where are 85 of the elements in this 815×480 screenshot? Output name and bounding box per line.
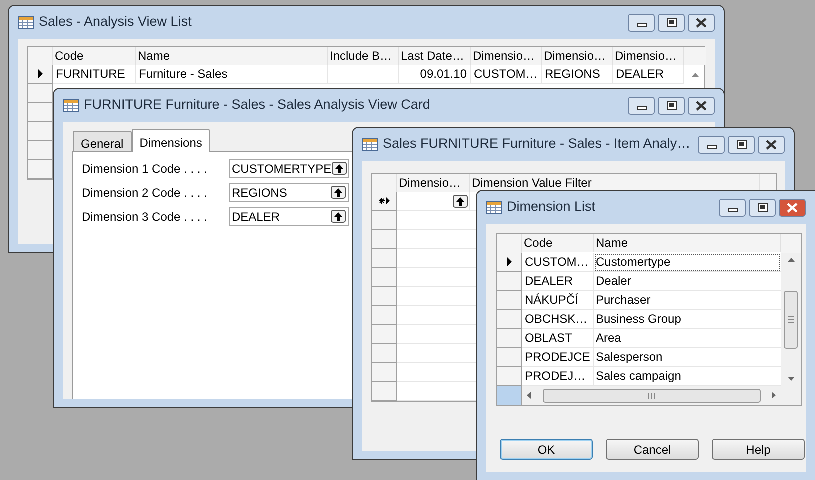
minimize-button[interactable] <box>628 96 655 114</box>
row-selector[interactable] <box>497 253 522 272</box>
maximize-icon <box>758 203 768 212</box>
maximize-button[interactable] <box>749 198 776 216</box>
column-header: Name <box>594 234 781 252</box>
table-cell: REGIONS <box>542 65 613 84</box>
scroll-right-icon[interactable] <box>771 391 777 400</box>
table-cell: 09.01.10 <box>399 65 471 84</box>
close-icon <box>766 140 777 150</box>
table-cell: Area <box>594 329 781 348</box>
tab[interactable]: Dimensions <box>132 129 210 152</box>
input-field[interactable]: DEALER <box>229 207 349 226</box>
maximize-button[interactable] <box>658 14 685 32</box>
minimize-icon <box>636 23 646 27</box>
table-cell: CUSTOM… <box>471 65 542 84</box>
table-icon <box>18 16 34 29</box>
table-cell: DEALER <box>613 65 684 84</box>
close-button[interactable] <box>758 136 785 154</box>
scroll-thumb-icon[interactable] <box>783 290 799 348</box>
dialog-button[interactable]: Cancel <box>606 439 699 460</box>
minimize-button[interactable] <box>719 198 746 216</box>
dialog-button[interactable]: OK <box>500 439 593 460</box>
table-cell: Salesperson <box>594 348 781 367</box>
dialog-button[interactable]: Help <box>712 439 805 460</box>
vertical-scrollbar[interactable] <box>781 253 801 386</box>
column-header: Dimensio… <box>471 47 542 65</box>
column-header: Dimensio… <box>613 47 684 65</box>
window-title: Dimension List <box>507 198 597 216</box>
table-cell: Purchaser <box>594 291 781 310</box>
minimize-button[interactable] <box>698 136 725 154</box>
table-cell: PRODEJCE <box>522 348 594 367</box>
table-cell: OBCHSK… <box>522 310 594 329</box>
scroll-thumb-icon[interactable] <box>542 388 760 404</box>
table-icon <box>486 201 502 214</box>
table-icon <box>63 99 79 112</box>
maximize-icon <box>666 18 676 27</box>
minimize-icon <box>706 145 716 149</box>
table-cell: CUSTOM… <box>522 253 594 272</box>
table-cell: DEALER <box>522 272 594 291</box>
scroll-up-icon[interactable] <box>786 257 796 263</box>
input-field[interactable]: CUSTOMERTYPE <box>229 159 349 178</box>
column-header: Dimensio… <box>397 174 470 192</box>
scroll-up-icon[interactable] <box>690 72 700 78</box>
table-cell: Furniture - Sales <box>136 65 328 84</box>
column-header: Code <box>522 234 594 252</box>
maximize-icon <box>736 140 746 149</box>
scroll-left-icon[interactable] <box>526 391 532 400</box>
table-cell: FURNITURE <box>53 65 136 84</box>
minimize-icon <box>636 106 646 110</box>
table-cell: Dealer <box>594 272 781 291</box>
maximize-icon <box>666 101 676 110</box>
tab[interactable]: General <box>73 131 132 151</box>
table-cell: OBLAST <box>522 329 594 348</box>
minimize-button[interactable] <box>628 14 655 32</box>
window-title: Sales FURNITURE Furniture - Sales - Item Analy… <box>383 135 692 154</box>
table-cell: Business Group <box>594 310 781 329</box>
maximize-button[interactable] <box>658 96 685 114</box>
column-header: Code <box>53 47 136 65</box>
table-cell: NÁKUPČÍ <box>522 291 594 310</box>
close-button[interactable] <box>688 14 715 32</box>
new-row-marker-icon <box>377 196 391 206</box>
column-header: Dimensio… <box>542 47 613 65</box>
minimize-icon <box>728 208 738 212</box>
close-button[interactable] <box>688 96 715 114</box>
input-field[interactable]: REGIONS <box>229 183 349 202</box>
select-all-cell[interactable] <box>497 386 522 405</box>
row-selector[interactable] <box>28 65 53 84</box>
table-cell: Customertype <box>594 253 781 272</box>
table-icon <box>362 138 378 151</box>
window-title: FURNITURE Furniture - Sales - Sales Analysis View Card <box>84 96 432 114</box>
row-selector[interactable] <box>372 192 397 211</box>
field-label: Dimension 2 Code . . . . <box>82 184 208 202</box>
table-cell <box>328 65 399 84</box>
field-label: Dimension 1 Code . . . . <box>82 160 208 178</box>
close-icon <box>787 202 798 212</box>
close-icon <box>696 18 707 28</box>
window-title: Sales - Analysis View List <box>39 13 193 32</box>
column-header: Name <box>136 47 328 65</box>
scroll-down-icon[interactable] <box>786 376 796 382</box>
column-header: Last Date… <box>399 47 471 65</box>
column-header: Include B… <box>328 47 399 65</box>
maximize-button[interactable] <box>728 136 755 154</box>
close-icon <box>696 100 707 110</box>
field-label: Dimension 3 Code . . . . <box>82 208 208 226</box>
horizontal-scrollbar[interactable] <box>522 386 781 405</box>
